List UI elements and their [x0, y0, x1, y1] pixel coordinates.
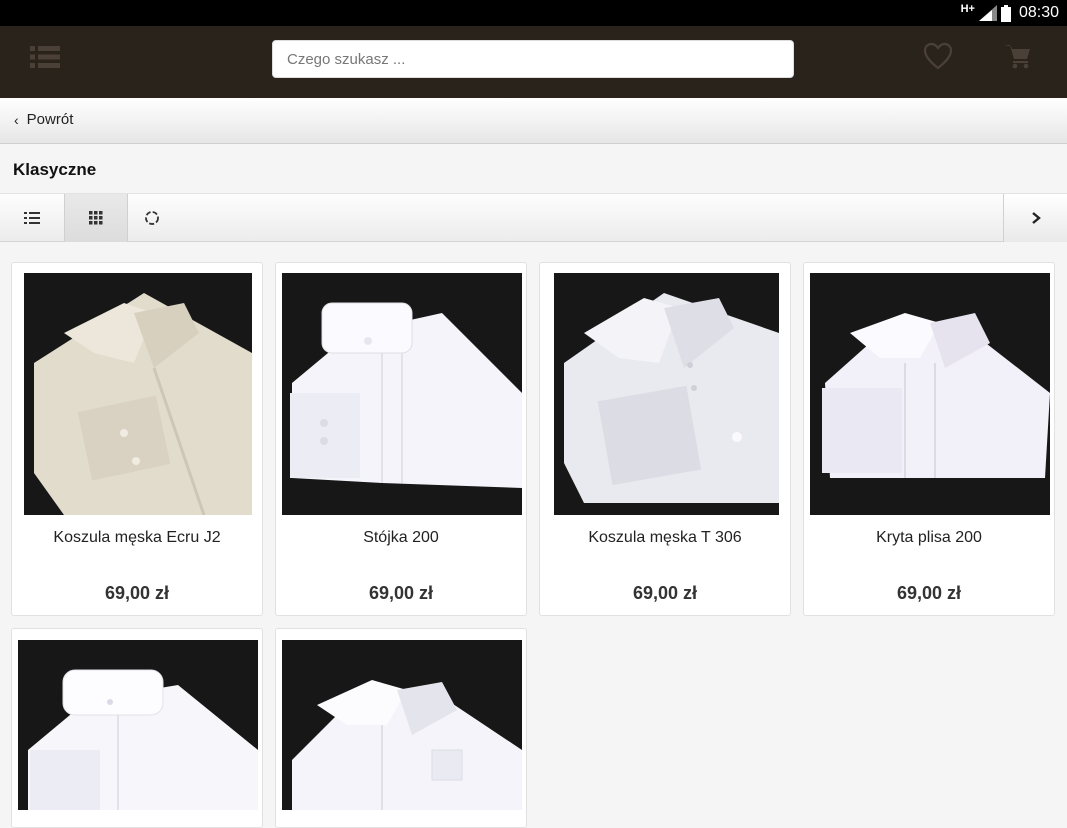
- product-image: [554, 273, 779, 515]
- product-image: [282, 273, 522, 515]
- product-price: 69,00 zł: [368, 583, 434, 603]
- shirt-image: [292, 680, 522, 810]
- network-type: H+: [960, 3, 975, 15]
- cart-button[interactable]: [1002, 42, 1036, 76]
- clock: 08:30: [1018, 4, 1059, 21]
- product-name: Koszula męska T 306: [588, 529, 742, 546]
- wishlist-button[interactable]: [923, 42, 957, 76]
- view-toolbar: [0, 193, 1067, 242]
- back-button[interactable]: ‹ Powrót: [14, 111, 73, 128]
- chevron-right-icon: [1031, 212, 1041, 224]
- product-image: [18, 640, 258, 810]
- next-page-button[interactable]: [1003, 194, 1067, 242]
- refresh-button[interactable]: [128, 194, 176, 242]
- product-card[interactable]: [11, 628, 263, 828]
- shirt-image: [822, 313, 1050, 478]
- shirt-image: [290, 302, 522, 488]
- product-name: Koszula męska Ecru J2: [53, 529, 221, 546]
- battery-icon: [1000, 4, 1011, 22]
- back-bar: ‹ Powrót: [0, 98, 1067, 144]
- shirt-image: [564, 293, 779, 503]
- product-card[interactable]: Koszula męska Ecru J2 69,00 zł: [11, 262, 263, 616]
- product-image: [282, 640, 522, 810]
- heart-icon: [923, 42, 953, 70]
- product-card[interactable]: Stójka 200 69,00 zł: [275, 262, 527, 616]
- product-card[interactable]: Koszula męska T 306 69,00 zł: [539, 262, 791, 616]
- app-header: [0, 26, 1067, 98]
- chevron-left-icon: ‹: [14, 111, 19, 128]
- product-price: 69,00 zł: [896, 583, 962, 603]
- product-image: [24, 273, 252, 515]
- refresh-icon: [145, 211, 159, 225]
- cart-icon: [1004, 45, 1030, 69]
- product-name: Kryta plisa 200: [876, 529, 982, 546]
- product-image: [810, 273, 1050, 515]
- product-card[interactable]: [275, 628, 527, 828]
- list-view-icon: [24, 212, 40, 224]
- menu-button[interactable]: [30, 44, 66, 74]
- back-label: Powrót: [26, 111, 74, 128]
- product-name: Stójka 200: [363, 529, 439, 546]
- product-price: 69,00 zł: [632, 583, 698, 603]
- shirt-image: [28, 669, 258, 810]
- list-view-button[interactable]: [0, 194, 64, 242]
- signal-icon: [978, 5, 997, 21]
- category-title: Klasyczne: [13, 160, 97, 179]
- grid-view-icon: [89, 211, 103, 225]
- search-input[interactable]: [272, 40, 794, 78]
- product-card[interactable]: Kryta plisa 200 69,00 zł: [803, 262, 1055, 616]
- product-price: 69,00 zł: [104, 583, 170, 603]
- status-bar: H+ 08:30: [0, 0, 1067, 26]
- shirt-image: [34, 293, 252, 515]
- grid-view-button[interactable]: [64, 194, 128, 242]
- menu-icon: [30, 46, 60, 68]
